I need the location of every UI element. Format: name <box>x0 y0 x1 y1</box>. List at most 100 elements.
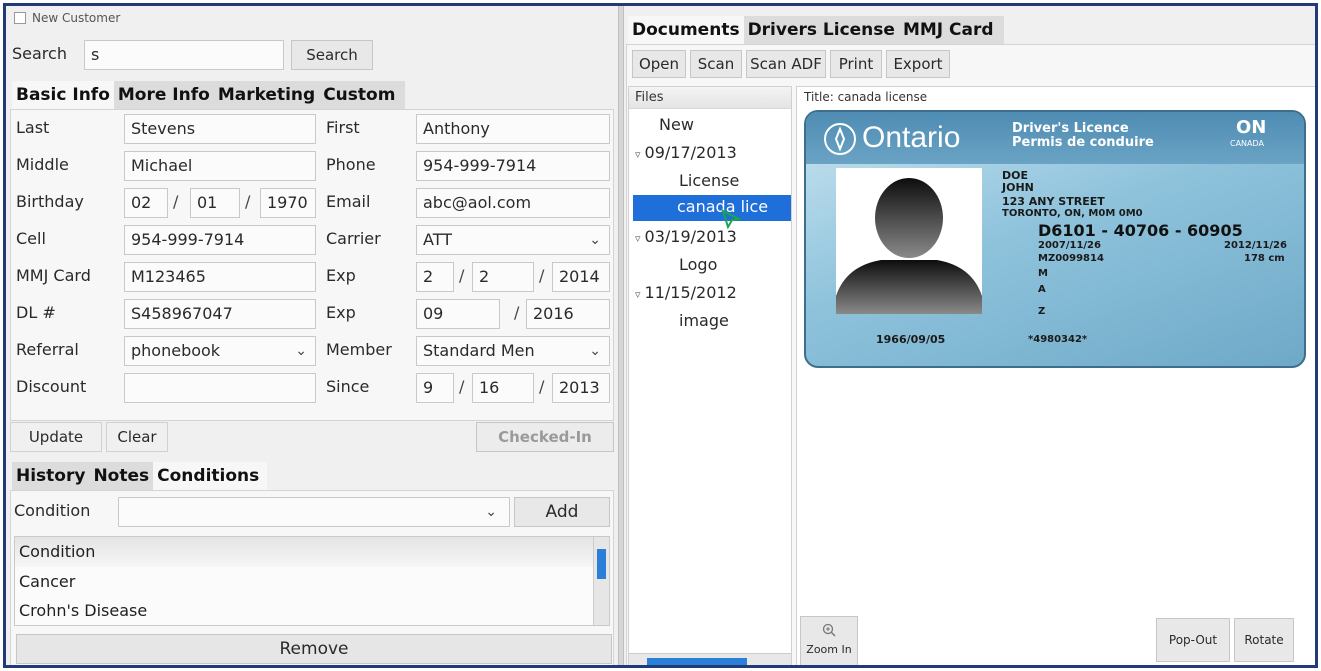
license-street: 123 ANY STREET <box>1002 195 1105 208</box>
viewer-title: Title: canada license <box>804 90 928 104</box>
tab-more-info[interactable]: More Info <box>113 81 214 109</box>
files-header: Files <box>629 87 791 109</box>
tree-group-0319[interactable]: ▿ 03/19/2013 <box>635 225 737 251</box>
condition-select[interactable]: ⌄ <box>118 497 510 527</box>
chevron-down-icon: ⌄ <box>485 504 497 520</box>
files-panel[interactable]: Files New ▿ 09/17/2013 License canada lic… <box>628 86 792 665</box>
tree-item-license[interactable]: License <box>679 169 739 193</box>
export-button[interactable]: Export <box>886 50 950 78</box>
birthday-day-field[interactable]: 01 <box>190 188 240 218</box>
carrier-select[interactable]: ATT ⌄ <box>416 225 610 255</box>
chevron-down-icon: ⌄ <box>589 232 601 248</box>
new-customer-label: New Customer <box>32 11 121 25</box>
carrier-value: ATT <box>423 230 452 249</box>
scan-button[interactable]: Scan <box>690 50 742 78</box>
last-name-field[interactable]: Stevens <box>124 114 316 144</box>
first-name-field[interactable]: Anthony <box>416 114 610 144</box>
license-issued: 2007/11/26 <box>1038 240 1101 251</box>
scrollbar-thumb[interactable] <box>647 658 747 665</box>
condition-label: Condition <box>14 501 91 520</box>
last-label: Last <box>16 118 50 137</box>
license-photo <box>836 168 982 314</box>
search-label: Search <box>12 44 67 63</box>
search-button[interactable]: Search <box>291 40 373 70</box>
birthday-year-field[interactable]: 1970 <box>260 188 316 218</box>
search-input[interactable]: s <box>84 40 284 70</box>
date-separator: / <box>514 303 520 322</box>
list-item[interactable]: Crohn's Disease <box>19 599 147 623</box>
tree-item-logo[interactable]: Logo <box>679 253 717 277</box>
license-region: ON <box>1236 117 1267 138</box>
tab-custom[interactable]: Custom <box>319 81 406 109</box>
dl-number-label: DL # <box>16 303 56 322</box>
member-label: Member <box>326 340 392 359</box>
since-month-field[interactable]: 9 <box>416 373 454 403</box>
dl-exp-year-field[interactable]: 2016 <box>526 299 610 329</box>
scrollbar-thumb[interactable] <box>597 549 606 579</box>
conditions-list-header: Condition <box>15 537 593 567</box>
member-select[interactable]: Standard Men ⌄ <box>416 336 610 366</box>
license-city: TORONTO, ON, M0M 0M0 <box>1002 208 1143 219</box>
dl-number-field[interactable]: S458967047 <box>124 299 316 329</box>
add-condition-button[interactable]: Add <box>514 497 610 527</box>
middle-label: Middle <box>16 155 69 174</box>
conditions-list[interactable]: Condition Cancer Crohn's Disease <box>14 536 610 626</box>
scan-adf-button[interactable]: Scan ADF <box>746 50 826 78</box>
phone-field[interactable]: 954-999-7914 <box>416 151 610 181</box>
discount-field[interactable] <box>124 373 316 403</box>
referral-select[interactable]: phonebook ⌄ <box>124 336 316 366</box>
tree-item-new[interactable]: New <box>659 113 694 137</box>
tree-group-date: 03/19/2013 <box>644 227 737 246</box>
email-field[interactable]: abc@aol.com <box>416 188 610 218</box>
dl-exp-month-field[interactable]: 09 <box>416 299 500 329</box>
zoom-in-button[interactable]: Zoom In <box>800 616 858 665</box>
license-country: CANADA <box>1230 139 1265 148</box>
mmj-exp-month-field[interactable]: 2 <box>416 262 454 292</box>
tab-mmj-card[interactable]: MMJ Card <box>898 16 1004 44</box>
tree-group-0917[interactable]: ▿ 09/17/2013 <box>635 141 737 167</box>
checked-in-button[interactable]: Checked-In <box>476 422 614 452</box>
birthday-label: Birthday <box>16 192 84 211</box>
print-button[interactable]: Print <box>830 50 882 78</box>
license-restrictions: Z <box>1038 306 1046 317</box>
update-button[interactable]: Update <box>10 422 102 452</box>
pop-out-button[interactable]: Pop-Out <box>1156 618 1230 662</box>
dl-exp-label: Exp <box>326 303 356 322</box>
tab-drivers-license[interactable]: Drivers License <box>743 16 899 44</box>
horizontal-scrollbar[interactable] <box>629 653 791 665</box>
middle-name-field[interactable]: Michael <box>124 151 316 181</box>
mmj-exp-year-field[interactable]: 2014 <box>552 262 610 292</box>
mmj-exp-day-field[interactable]: 2 <box>472 262 534 292</box>
tree-item-canada-license[interactable]: canada lice <box>633 195 791 221</box>
mmj-card-field[interactable]: M123465 <box>124 262 316 292</box>
list-scrollbar[interactable] <box>593 537 609 625</box>
tab-documents[interactable]: Documents <box>628 16 744 44</box>
tab-notes[interactable]: Notes <box>89 462 154 490</box>
list-item[interactable]: Cancer <box>19 570 75 594</box>
tree-item-image[interactable]: image <box>679 309 729 333</box>
mmj-card-label: MMJ Card <box>16 266 91 285</box>
tab-basic-info[interactable]: Basic Info <box>12 81 114 109</box>
chevron-down-icon: ⌄ <box>295 343 307 359</box>
remove-button[interactable]: Remove <box>16 634 612 664</box>
rotate-button[interactable]: Rotate <box>1234 618 1294 662</box>
cell-field[interactable]: 954-999-7914 <box>124 225 316 255</box>
member-value: Standard Men <box>423 341 535 360</box>
lower-tabs: History Notes Conditions <box>12 462 268 490</box>
tree-group-1115[interactable]: ▿ 11/15/2012 <box>635 281 737 307</box>
license-number: D6101 - 40706 - 60905 <box>1038 221 1243 240</box>
clear-button[interactable]: Clear <box>106 422 168 452</box>
new-customer-checkbox[interactable] <box>14 12 26 24</box>
date-separator: / <box>539 377 545 396</box>
magnifier-icon <box>822 623 836 637</box>
tab-marketing[interactable]: Marketing <box>213 81 320 109</box>
splitter[interactable] <box>618 6 624 665</box>
license-reference: MZ0099814 <box>1038 253 1104 264</box>
since-day-field[interactable]: 16 <box>472 373 534 403</box>
tab-conditions[interactable]: Conditions <box>153 462 268 490</box>
since-year-field[interactable]: 2013 <box>552 373 610 403</box>
person-silhouette-icon <box>836 178 982 314</box>
birthday-month-field[interactable]: 02 <box>124 188 168 218</box>
open-button[interactable]: Open <box>632 50 686 78</box>
tab-history[interactable]: History <box>12 462 90 490</box>
